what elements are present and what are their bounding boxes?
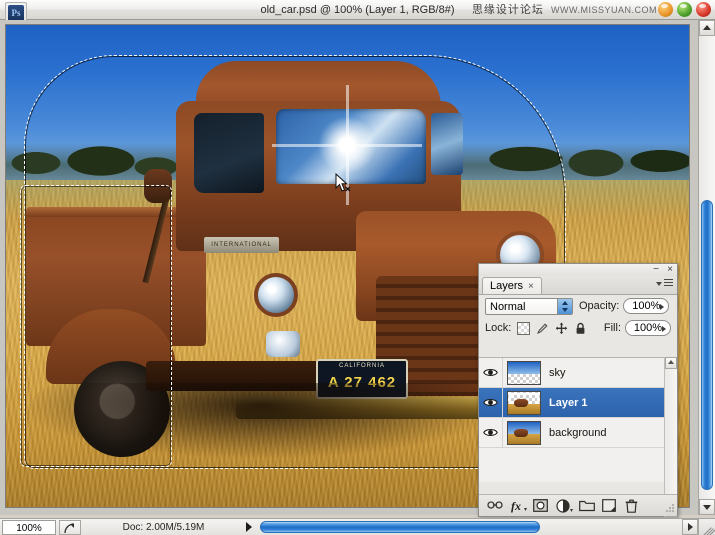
lock-image-pixels-icon[interactable] xyxy=(536,322,549,335)
truck-ground-shadow xyxy=(26,383,496,458)
layer-style-button[interactable]: fx xyxy=(510,499,524,513)
layer-thumbnail[interactable] xyxy=(507,361,541,385)
panel-minimize-button[interactable]: − xyxy=(653,264,659,275)
link-layers-button[interactable] xyxy=(487,499,501,513)
lasso-subtract-cursor xyxy=(335,173,349,195)
svg-text:fx: fx xyxy=(511,499,521,513)
title-bar: Ps old_car.psd @ 100% (Layer 1, RGB/8#) … xyxy=(0,0,715,20)
opacity-label: Opacity: xyxy=(579,300,619,312)
document-size-info: Doc: 2.00M/5.19M xyxy=(81,522,246,533)
lock-position-icon[interactable] xyxy=(555,322,568,335)
truck-parking-light xyxy=(266,331,300,357)
layer-thumbnail[interactable] xyxy=(507,421,541,445)
tab-layers-close-icon[interactable]: × xyxy=(528,281,534,292)
truck-mirror xyxy=(144,169,172,203)
new-adjustment-layer-button[interactable] xyxy=(556,499,570,513)
lock-all-icon[interactable] xyxy=(574,322,587,335)
panel-close-button[interactable]: × xyxy=(667,264,673,275)
vertical-scrollbar[interactable] xyxy=(698,20,715,515)
layer-row-sky[interactable]: sky xyxy=(479,358,677,388)
layer-row-layer-1[interactable]: Layer 1 xyxy=(479,388,677,418)
opacity-arrow-icon[interactable] xyxy=(660,304,664,310)
scroll-right-button[interactable] xyxy=(682,519,698,535)
new-layer-button[interactable] xyxy=(602,499,616,513)
scroll-up-button[interactable] xyxy=(699,20,715,36)
visibility-toggle-icon[interactable] xyxy=(479,418,503,448)
horizontal-scrollbar[interactable] xyxy=(258,518,698,535)
window-buttons xyxy=(658,1,712,19)
vertical-scroll-thumb[interactable] xyxy=(701,200,713,490)
license-plate-state: CALIFORNIA xyxy=(318,361,406,371)
lock-label: Lock: xyxy=(485,322,511,334)
blend-mode-select[interactable]: Normal xyxy=(485,298,573,315)
scroll-up-icon[interactable] xyxy=(665,357,677,369)
photoshop-window: Ps old_car.psd @ 100% (Layer 1, RGB/8#) … xyxy=(0,0,715,535)
lock-icons xyxy=(517,322,587,335)
layers-panel-toolbar: fx xyxy=(479,494,677,516)
fill-input[interactable]: 100% xyxy=(625,320,671,336)
lock-row: Lock: xyxy=(479,317,677,339)
scroll-down-button[interactable] xyxy=(699,499,715,515)
truck-rear-window xyxy=(431,113,463,175)
blend-mode-stepper-icon[interactable] xyxy=(557,299,572,314)
document-sizes-icon[interactable] xyxy=(59,520,81,535)
minimize-button[interactable] xyxy=(658,2,673,17)
lock-transparency-icon[interactable] xyxy=(517,322,530,335)
truck-side-window xyxy=(194,113,264,193)
resize-grip[interactable] xyxy=(698,518,715,535)
layer-list[interactable]: sky Layer 1 xyxy=(479,357,677,482)
fill-arrow-icon[interactable] xyxy=(662,326,666,332)
fill-value: 100% xyxy=(634,322,662,334)
truck-hood-badge: INTERNATIONAL xyxy=(204,237,279,253)
close-button[interactable] xyxy=(696,2,711,17)
more-arrow-icon[interactable] xyxy=(246,522,252,532)
layer-list-scrollbar[interactable] xyxy=(664,357,677,517)
document-area: INTERNATIONAL CALIFORNIA A 27 462 xyxy=(0,20,715,515)
watermark: 思缘设计论坛 WWW.MISSYUAN.COM xyxy=(472,1,657,19)
photo-truck: INTERNATIONAL CALIFORNIA A 27 462 xyxy=(26,61,556,461)
fill-label: Fill: xyxy=(604,322,621,334)
panel-menu-icon[interactable] xyxy=(659,278,673,291)
opacity-value: 100% xyxy=(632,300,660,312)
visibility-toggle-icon[interactable] xyxy=(479,358,503,388)
tab-layers[interactable]: Layers × xyxy=(482,277,542,294)
layer-name[interactable]: sky xyxy=(549,367,566,379)
horizontal-scroll-thumb[interactable] xyxy=(260,521,540,533)
status-bar: 100% Doc: 2.00M/5.19M xyxy=(0,518,258,535)
tab-layers-label: Layers xyxy=(490,280,523,292)
maximize-button[interactable] xyxy=(677,2,692,17)
zoom-input[interactable]: 100% xyxy=(2,520,56,535)
add-layer-mask-button[interactable] xyxy=(533,499,547,513)
new-group-button[interactable] xyxy=(579,499,593,513)
sun-flare xyxy=(318,116,376,174)
layer-name[interactable]: background xyxy=(549,427,607,439)
visibility-toggle-icon[interactable] xyxy=(479,388,503,418)
watermark-url: WWW.MISSYUAN.COM xyxy=(551,5,657,15)
blend-mode-value: Normal xyxy=(490,301,525,313)
layer-name[interactable]: Layer 1 xyxy=(549,397,588,409)
layers-panel[interactable]: − × Layers × Normal Opacity: xyxy=(478,263,678,517)
panel-resize-grip[interactable] xyxy=(666,504,675,513)
blend-mode-row: Normal Opacity: 100% xyxy=(479,295,677,317)
opacity-input[interactable]: 100% xyxy=(623,298,669,314)
delete-layer-button[interactable] xyxy=(625,499,639,513)
layers-panel-tabrow: Layers × xyxy=(479,276,677,295)
layer-row-background[interactable]: background xyxy=(479,418,677,448)
truck-headlight-left xyxy=(254,273,298,317)
layer-thumbnail[interactable] xyxy=(507,391,541,415)
watermark-cn: 思缘设计论坛 xyxy=(472,4,544,16)
layers-panel-titlebar: − × xyxy=(479,264,677,276)
